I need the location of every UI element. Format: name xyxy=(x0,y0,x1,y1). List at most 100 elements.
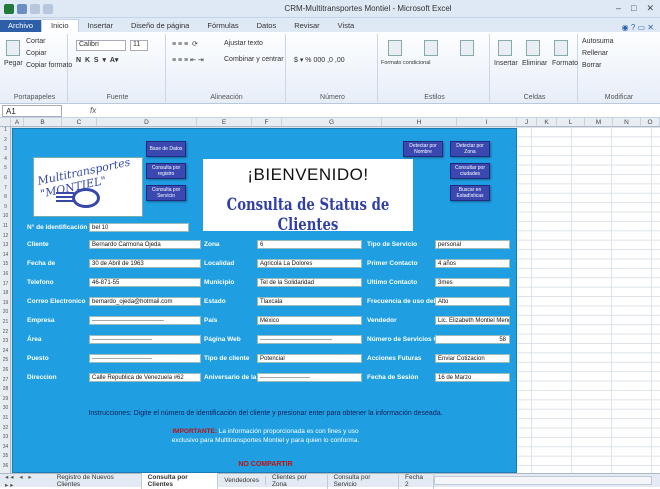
col-header[interactable]: C xyxy=(62,118,97,126)
field-value[interactable]: ------------------------------------ xyxy=(257,335,362,344)
save-icon[interactable] xyxy=(17,3,27,14)
field-value[interactable]: personal xyxy=(435,240,510,249)
col-header[interactable]: L xyxy=(557,118,585,126)
col-header[interactable]: D xyxy=(97,118,197,126)
id-input[interactable]: bel 10 xyxy=(89,223,189,232)
font-name-select[interactable]: Calibri xyxy=(76,40,126,51)
merge-center-button[interactable]: Combinar y centrar xyxy=(224,56,284,63)
col-header[interactable]: J xyxy=(517,118,537,126)
copy-button[interactable]: Copiar xyxy=(26,50,47,57)
col-header[interactable]: O xyxy=(641,118,660,126)
row-header[interactable]: 18 xyxy=(0,290,11,296)
delete-button[interactable]: Eliminar xyxy=(522,60,547,67)
col-header[interactable]: I xyxy=(457,118,517,126)
tab-insertar[interactable]: Insertar xyxy=(79,20,122,32)
row-header[interactable]: 6 xyxy=(0,175,11,181)
row-header[interactable]: 17 xyxy=(0,281,11,287)
row-header[interactable]: 3 xyxy=(0,146,11,152)
field-value[interactable]: Calle Republica de Venezuela #62 xyxy=(89,373,201,382)
tab-diseno[interactable]: Diseño de página xyxy=(122,20,198,32)
format-cells-icon[interactable] xyxy=(554,40,568,56)
field-value[interactable]: Tlaxcala xyxy=(257,297,362,306)
field-value[interactable]: Enviar Cotizacion xyxy=(435,354,510,363)
align-bottom-icon[interactable]: ≡ ≡ ≡ ⇤ ⇥ xyxy=(172,56,204,64)
field-value[interactable]: Agricola La Dolores xyxy=(257,259,362,268)
row-header[interactable]: 28 xyxy=(0,386,11,392)
bold-icon[interactable]: N K S ▾ A▾ xyxy=(76,56,118,64)
field-value[interactable]: 6 xyxy=(257,240,362,249)
row-header[interactable]: 26 xyxy=(0,367,11,373)
row-header[interactable]: 34 xyxy=(0,444,11,450)
row-header[interactable]: 25 xyxy=(0,357,11,363)
field-value[interactable]: 58 xyxy=(435,335,510,344)
insert-button[interactable]: Insertar xyxy=(494,60,518,67)
row-header[interactable]: 7 xyxy=(0,185,11,191)
row-header[interactable]: 24 xyxy=(0,348,11,354)
field-value[interactable]: Potencial xyxy=(257,354,362,363)
sheet-tab[interactable]: Vendedores xyxy=(218,476,266,485)
tab-archivo[interactable]: Archivo xyxy=(0,20,42,32)
row-header[interactable]: 8 xyxy=(0,194,11,200)
row-header[interactable]: 23 xyxy=(0,338,11,344)
row-header[interactable]: 19 xyxy=(0,300,11,306)
conditional-format-icon[interactable] xyxy=(388,40,402,56)
row-header[interactable]: 29 xyxy=(0,396,11,402)
sheet-tab[interactable]: Fecha 2 xyxy=(399,472,435,489)
row-header[interactable]: 32 xyxy=(0,425,11,431)
row-header[interactable]: 14 xyxy=(0,252,11,258)
autosum-button[interactable]: Autosuma xyxy=(582,38,614,45)
sheet-tab-active[interactable]: Consulta por Clientes xyxy=(141,472,219,489)
fill-button[interactable]: Rellenar xyxy=(582,50,608,57)
cell-styles-icon[interactable] xyxy=(460,40,474,56)
maximize-icon[interactable]: □ xyxy=(631,3,636,14)
row-header[interactable]: 13 xyxy=(0,242,11,248)
row-header[interactable]: 2 xyxy=(0,137,11,143)
col-header[interactable]: M xyxy=(585,118,613,126)
minimize-icon[interactable]: – xyxy=(616,3,621,14)
tab-formulas[interactable]: Fórmulas xyxy=(198,20,247,32)
tab-inicio[interactable]: Inicio xyxy=(41,19,79,32)
estadisticas-button[interactable]: Buscar en Estadísticas xyxy=(450,185,490,201)
clear-button[interactable]: Borrar xyxy=(582,62,601,69)
tab-datos[interactable]: Datos xyxy=(248,20,286,32)
row-header[interactable]: 10 xyxy=(0,213,11,219)
field-value[interactable]: 30 de Abril de 1963 xyxy=(89,259,201,268)
consultar-ciudades-button[interactable]: Consultar por ciudades xyxy=(450,163,490,179)
align-icon[interactable]: ≡ ≡ ≡ ⟳ xyxy=(172,40,198,48)
field-value[interactable]: 3mes xyxy=(435,278,510,287)
row-header[interactable]: 15 xyxy=(0,261,11,267)
paste-button[interactable]: Pegar xyxy=(4,60,23,67)
row-header[interactable]: 35 xyxy=(0,453,11,459)
field-value[interactable]: Bernardo Carmona Ojeda xyxy=(89,240,201,249)
row-header[interactable]: 11 xyxy=(0,223,11,229)
fx-icon[interactable]: fx xyxy=(90,106,96,115)
delete-cells-icon[interactable] xyxy=(526,40,540,56)
name-box[interactable]: A1 xyxy=(2,104,62,117)
field-value[interactable]: ------------------------------ xyxy=(89,335,201,344)
row-header[interactable]: 31 xyxy=(0,415,11,421)
format-painter-button[interactable]: Copiar formato xyxy=(26,62,72,69)
tab-revisar[interactable]: Revisar xyxy=(285,20,328,32)
cut-button[interactable]: Cortar xyxy=(26,38,45,45)
col-header[interactable]: N xyxy=(613,118,641,126)
field-value[interactable]: Lic. Elizabeth Montiel Mendieta xyxy=(435,316,510,325)
field-value[interactable]: Tel de la Solidaridad xyxy=(257,278,362,287)
sheet-tab[interactable]: Clientes por Zona xyxy=(266,472,328,489)
col-header[interactable]: E xyxy=(197,118,252,126)
col-header[interactable]: H xyxy=(382,118,457,126)
consulta-registro-button[interactable]: Consulta por registro xyxy=(146,163,186,179)
col-header[interactable]: B xyxy=(24,118,62,126)
tab-vista[interactable]: Vista xyxy=(329,20,364,32)
row-header[interactable]: 27 xyxy=(0,377,11,383)
row-header[interactable]: 4 xyxy=(0,156,11,162)
detectar-zona-button[interactable]: Detectar por Zona xyxy=(450,141,490,157)
field-value[interactable]: bernardo_ojeda@hotmail.com xyxy=(89,297,201,306)
field-value[interactable]: 16 de Marzo xyxy=(435,373,510,382)
font-size-select[interactable]: 11 xyxy=(130,40,148,51)
col-header[interactable]: A xyxy=(11,118,24,126)
consulta-servicio-button[interactable]: Consulta por Servicio xyxy=(146,185,186,201)
field-value[interactable]: 46-871-55 xyxy=(89,278,201,287)
field-value[interactable]: Alto xyxy=(435,297,510,306)
field-value[interactable]: ------------------------- xyxy=(257,373,362,382)
row-header[interactable]: 33 xyxy=(0,434,11,440)
